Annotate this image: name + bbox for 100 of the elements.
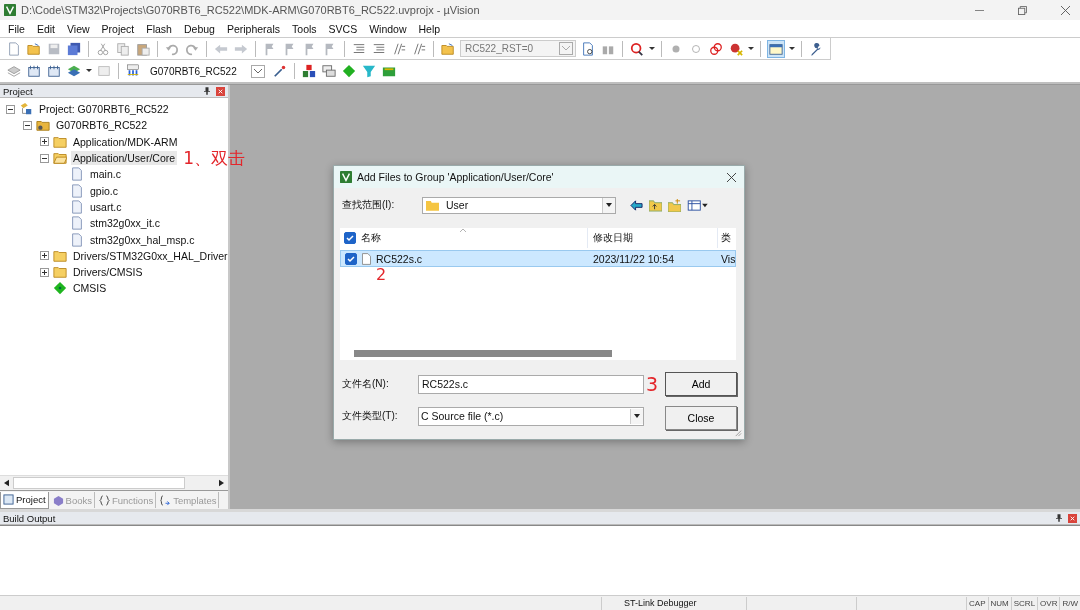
tree-item[interactable]: main.c — [88, 167, 123, 182]
panel-title: Build Output — [3, 512, 56, 524]
close-icon[interactable] — [1061, 5, 1070, 15]
status-indicator: NUM — [987, 596, 1011, 610]
menu-item[interactable]: View — [61, 22, 96, 35]
file-icon — [70, 183, 84, 198]
menu-item[interactable]: Peripherals — [220, 22, 287, 35]
caret-icon — [251, 64, 265, 78]
folder-icon — [53, 151, 67, 166]
save-all-icon[interactable] — [66, 40, 82, 57]
dropdown-button[interactable] — [630, 408, 643, 424]
tree-item[interactable]: G070RBT6_RC522 — [54, 118, 150, 133]
panel-title: Project — [3, 85, 33, 97]
diamond-icon[interactable] — [341, 63, 357, 79]
checkbox[interactable] — [345, 252, 357, 265]
menu-item[interactable]: Flash — [140, 22, 178, 35]
open-folder-icon[interactable] — [26, 40, 42, 57]
status-indicator: R/W — [1059, 596, 1080, 610]
tree-item[interactable]: Drivers/CMSIS — [71, 265, 145, 280]
collapse-icon[interactable] — [40, 153, 49, 163]
view-menu-icon[interactable] — [687, 198, 708, 212]
sort-icon — [460, 229, 466, 232]
build-icon[interactable] — [26, 63, 42, 79]
window-icon[interactable] — [767, 39, 785, 58]
tree-item[interactable]: stm32g0xx_it.c — [88, 216, 163, 231]
tree-item[interactable]: Drivers/STM32G0xx_HAL_Driver — [71, 248, 230, 263]
menu-item[interactable]: Help — [412, 22, 447, 35]
file-row[interactable]: RC522s.c 2023/11/22 10:54 Vis — [340, 250, 736, 267]
batch-build-icon[interactable] — [66, 63, 82, 79]
column-header[interactable]: 名称 — [361, 231, 381, 245]
scroll-left-icon[interactable] — [4, 479, 9, 487]
dropdown-button[interactable] — [602, 197, 615, 213]
status-debugger: ST-Link Debugger — [601, 596, 747, 610]
file-type-combo[interactable]: C Source file (*.c) — [418, 406, 644, 426]
expand-icon[interactable] — [40, 267, 49, 277]
menu-item[interactable]: Tools — [286, 22, 323, 35]
close-icon[interactable] — [216, 86, 225, 96]
checkbox[interactable] — [344, 232, 356, 244]
file-name-field[interactable]: RC522s.c — [418, 374, 644, 394]
manage-components-icon[interactable] — [301, 63, 317, 79]
caret-icon[interactable] — [649, 46, 655, 51]
close-button[interactable]: Close — [665, 406, 737, 430]
menu-item[interactable]: SVCS — [322, 22, 364, 35]
tree-item[interactable]: Project: G070RBT6_RC522 — [37, 102, 171, 117]
add-button[interactable]: Add — [665, 372, 737, 396]
tree-item[interactable]: Application/User/Core — [71, 151, 178, 166]
look-in-combo[interactable]: User — [422, 196, 616, 214]
book-icon — [52, 494, 64, 506]
tree-item[interactable]: stm32g0xx_hal_msp.c — [88, 232, 197, 247]
menu-item[interactable]: Edit — [30, 22, 61, 35]
status-indicator: OVR — [1037, 596, 1060, 610]
collapse-icon[interactable] — [6, 104, 15, 114]
scroll-right-icon[interactable] — [219, 479, 224, 487]
close-icon[interactable] — [1068, 513, 1077, 523]
scrollbar-thumb[interactable] — [354, 350, 612, 357]
tree-item[interactable]: gpio.c — [88, 183, 121, 198]
menu-item[interactable]: File — [2, 22, 31, 35]
target-options-icon[interactable] — [272, 63, 288, 79]
windows-icon[interactable] — [321, 63, 337, 79]
breakpoint-disable-icon[interactable] — [708, 40, 724, 57]
file-icon — [70, 232, 84, 247]
rebuild-icon[interactable] — [46, 63, 62, 79]
resize-grip-icon[interactable] — [733, 428, 742, 437]
scrollbar-thumb[interactable] — [13, 477, 185, 489]
status-indicator: CAP — [966, 596, 988, 610]
folder-icon — [53, 248, 67, 263]
caret-icon[interactable] — [748, 46, 754, 51]
back-arrow-icon[interactable] — [630, 198, 643, 212]
column-header[interactable]: 类 — [721, 231, 731, 245]
caret-icon[interactable] — [789, 46, 795, 51]
caret-icon[interactable] — [86, 69, 92, 73]
close-icon[interactable] — [727, 172, 736, 182]
file-icon — [70, 216, 84, 231]
expand-icon[interactable] — [40, 137, 49, 147]
diamond-icon — [53, 281, 67, 296]
magnifier-icon[interactable] — [629, 40, 645, 57]
caret-icon — [606, 203, 612, 207]
pin-icon[interactable] — [1056, 514, 1062, 522]
tree-item[interactable]: usart.c — [88, 199, 124, 214]
tree-item[interactable]: CMSIS — [71, 281, 109, 296]
dialog-title: Add Files to Group 'Application/User/Core' — [357, 171, 554, 183]
expand-icon[interactable] — [40, 251, 49, 261]
tree-item[interactable]: Application/MDK-ARM — [71, 134, 180, 149]
find-in-files-icon[interactable] — [440, 40, 456, 57]
restore-icon[interactable] — [1018, 5, 1027, 15]
pin-icon[interactable] — [204, 87, 210, 95]
column-header[interactable]: 修改日期 — [593, 231, 633, 245]
collapse-icon[interactable] — [23, 120, 32, 130]
file-icon — [70, 167, 84, 182]
menu-item[interactable]: Window — [363, 22, 413, 35]
document-search-icon[interactable] — [580, 40, 596, 57]
define-combo[interactable]: RC522_RST=0 — [460, 40, 576, 57]
up-folder-icon[interactable] — [649, 198, 662, 212]
annotation: 3 — [645, 374, 659, 394]
menu-item[interactable]: Project — [95, 22, 141, 35]
combo-value: C Source file (*.c) — [420, 410, 505, 422]
file-icon — [70, 199, 84, 214]
target-combo[interactable]: G070RBT6_RC522 — [145, 62, 268, 80]
menu-item[interactable]: Debug — [177, 22, 221, 35]
panel-tab[interactable]: Project — [0, 491, 49, 509]
